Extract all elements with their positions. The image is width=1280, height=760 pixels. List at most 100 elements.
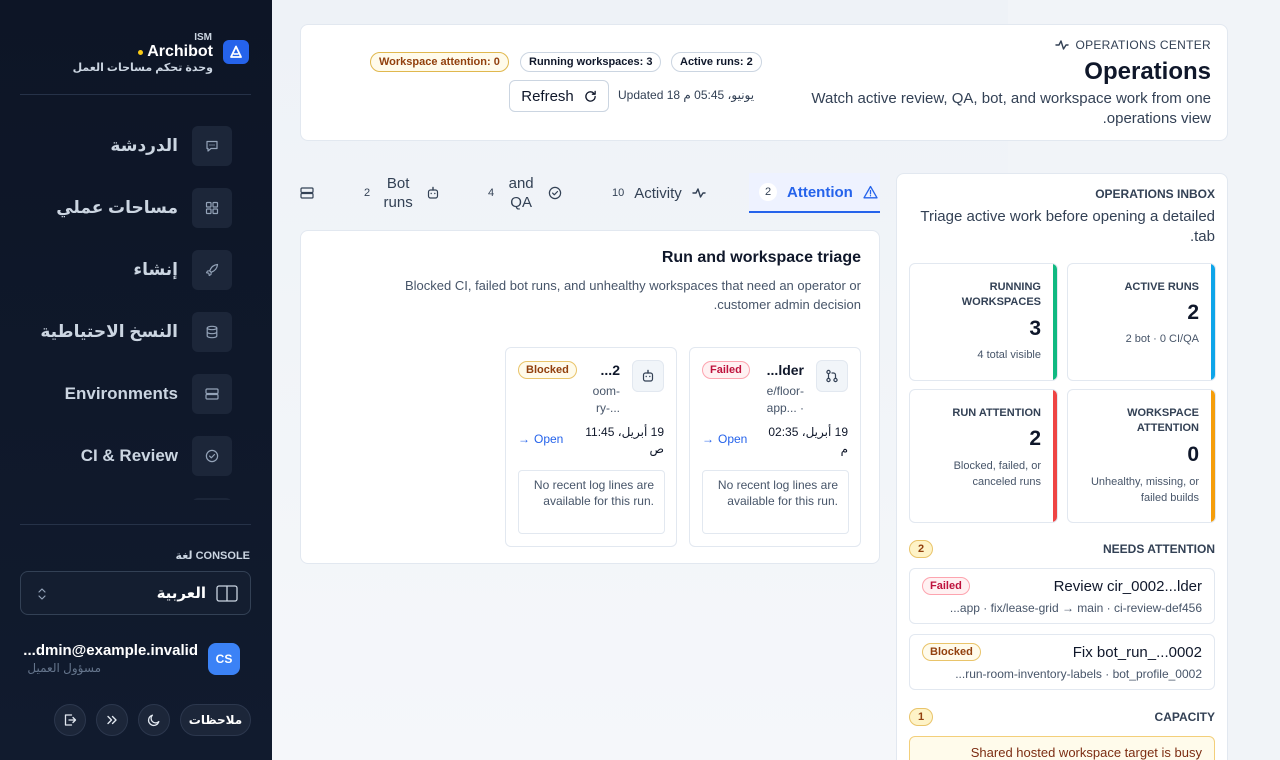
run-type-icon <box>816 360 848 392</box>
user-role: مسؤول العميل <box>27 661 101 675</box>
run-meta: oom- <box>592 384 620 398</box>
log-preview: No recent log lines are available for th… <box>702 470 849 534</box>
active-runs-pill: Active runs: 2 <box>671 52 762 72</box>
moon-icon <box>147 713 161 727</box>
needs-attention-title: NEEDS ATTENTION <box>1102 542 1215 556</box>
workspace-attention-pill: Workspace attention: 0 <box>370 52 509 72</box>
run-date: 19 أبريل، 02:35 م <box>768 425 848 456</box>
triage-panel: Run and workspace triage Blocked CI, fai… <box>300 230 880 564</box>
sidebar-nav: الدردشة مساحات عملي إنشاء النسخ الاحتياط… <box>0 100 272 500</box>
sidebar-item-my-workspaces[interactable]: مساحات عملي <box>20 186 252 230</box>
attention-item-title: Fix bot_run_...0002 <box>1072 644 1202 661</box>
tab-label: and QA <box>508 175 534 211</box>
metric-workspace-attention: WORKSPACE ATTENTION 0 Unhealthy, missing… <box>1067 389 1216 523</box>
brand-name: Archibot <box>138 43 213 61</box>
run-title: lder... <box>766 362 804 378</box>
metric-accent <box>1211 390 1215 522</box>
database-icon <box>192 312 232 352</box>
tab-bot-runs[interactable]: 2 Bot runs <box>364 173 454 213</box>
attention-item[interactable]: Fix bot_run_...0002 Blocked run-room-inv… <box>909 634 1215 690</box>
attention-item-title: Review cir_0002...lder <box>1053 578 1202 595</box>
sidebar-divider <box>20 94 251 95</box>
language-icon <box>216 585 238 602</box>
status-badge: Failed <box>702 361 750 379</box>
tab-label: Attention <box>787 183 853 201</box>
rocket-icon <box>192 250 232 290</box>
open-link[interactable]: → Open <box>518 432 563 446</box>
operations-inbox: OPERATIONS INBOX Triage active work befo… <box>896 173 1228 760</box>
arrow-right-icon: → <box>702 432 714 446</box>
attention-item-meta: run-room-inventory-labels · bot_profile_… <box>955 667 1202 681</box>
warning-icon <box>863 185 878 199</box>
chat-icon <box>192 126 232 166</box>
updated-timestamp: Updated 18 يونيو، 05:45 م <box>618 88 755 102</box>
tab-count: 2 <box>759 183 777 201</box>
chevrons-right-icon <box>105 713 119 727</box>
git-pull-request-icon <box>825 369 839 383</box>
check-circle-icon <box>192 436 232 476</box>
tab-activity[interactable]: 10 Activity <box>612 173 716 213</box>
status-dot <box>138 49 144 55</box>
pulse-icon <box>692 187 706 199</box>
server-icon <box>300 187 314 199</box>
page-description: Watch active review, QA, bot, and worksp… <box>811 90 1211 127</box>
collapse-sidebar-button[interactable] <box>96 704 128 736</box>
triage-run-card: lder... Failed e/floor- app... · 19 أبري… <box>689 347 861 547</box>
attention-item-meta: app · fix/lease-grid → main · ci-review-… <box>949 601 1202 615</box>
theme-toggle-button[interactable] <box>138 704 170 736</box>
refresh-button[interactable]: Refresh <box>509 80 609 112</box>
nav-icon <box>192 498 232 500</box>
operations-header: OPERATIONS CENTER Operations Watch activ… <box>300 24 1228 141</box>
sidebar-item-chat[interactable]: الدردشة <box>20 124 252 168</box>
brand-tag: ISM <box>194 32 212 43</box>
status-badge: Failed <box>922 577 970 595</box>
operations-center-eyebrow: OPERATIONS CENTER <box>1055 38 1211 52</box>
metric-accent <box>1053 264 1057 380</box>
server-icon <box>192 374 232 414</box>
sidebar-item-more[interactable] <box>20 496 252 500</box>
tab-ci-and-qa[interactable]: 4 and QA <box>488 173 564 213</box>
open-link[interactable]: → Open <box>702 432 747 446</box>
sidebar-item-label: Environments <box>64 384 178 403</box>
tab-attention[interactable]: 2 Attention <box>749 173 880 213</box>
metric-running-workspaces: RUNNING WORKSPACES 3 4 total visible <box>909 263 1058 381</box>
tab-count: 4 <box>488 187 495 199</box>
sidebar: ISM Archibot وحدة تحكم مساحات العمل الدر… <box>0 0 272 760</box>
sidebar-item-label: الدردشة <box>110 136 178 155</box>
metric-run-attention: RUN ATTENTION 2 Blocked, failed, or canc… <box>909 389 1058 523</box>
attention-item[interactable]: Review cir_0002...lder Failed app · fix/… <box>909 568 1215 624</box>
sidebar-item-environments[interactable]: Environments <box>20 372 252 416</box>
inbox-eyebrow: OPERATIONS INBOX <box>1095 187 1215 201</box>
user-email: dmin@example.invalid... <box>23 642 198 659</box>
sidebar-item-ci-review[interactable]: CI & Review <box>20 434 252 478</box>
brand-tagline: وحدة تحكم مساحات العمل <box>72 62 213 74</box>
tab-count: 2 <box>364 187 371 199</box>
capacity-count: 1 <box>909 708 933 726</box>
inbox-description: Triage active work before opening a deta… <box>920 208 1215 245</box>
run-title: 2... <box>600 362 620 378</box>
check-circle-icon <box>548 186 562 200</box>
run-meta: app... · <box>766 401 804 415</box>
sidebar-item-backups[interactable]: النسخ الاحتياطية <box>20 310 252 354</box>
sidebar-item-create[interactable]: إنشاء <box>20 248 252 292</box>
log-preview: No recent log lines are available for th… <box>518 470 665 534</box>
archibot-logo <box>223 40 249 64</box>
run-meta: ry-... <box>596 401 620 415</box>
sidebar-item-label: مساحات عملي <box>56 198 178 217</box>
notes-button[interactable]: ملاحظات <box>180 704 251 736</box>
language-select[interactable]: العربية <box>20 571 251 615</box>
run-date: 19 أبريل، 11:45 ص <box>585 425 664 456</box>
sidebar-item-label: إنشاء <box>133 260 178 279</box>
refresh-label: Refresh <box>521 87 574 105</box>
metric-active-runs: ACTIVE RUNS 2 2 bot · 0 CI/QA <box>1067 263 1216 381</box>
metric-accent <box>1053 390 1057 522</box>
page-title: Operations <box>1084 58 1211 85</box>
logout-button[interactable] <box>54 704 86 736</box>
sidebar-divider <box>20 524 251 525</box>
bot-icon <box>641 369 655 383</box>
needs-attention-count: 2 <box>909 540 933 558</box>
triage-title: Run and workspace triage <box>661 249 861 266</box>
chevron-up-down-icon <box>37 587 47 601</box>
tab-server[interactable] <box>300 173 320 213</box>
pulse-icon <box>1055 39 1070 51</box>
